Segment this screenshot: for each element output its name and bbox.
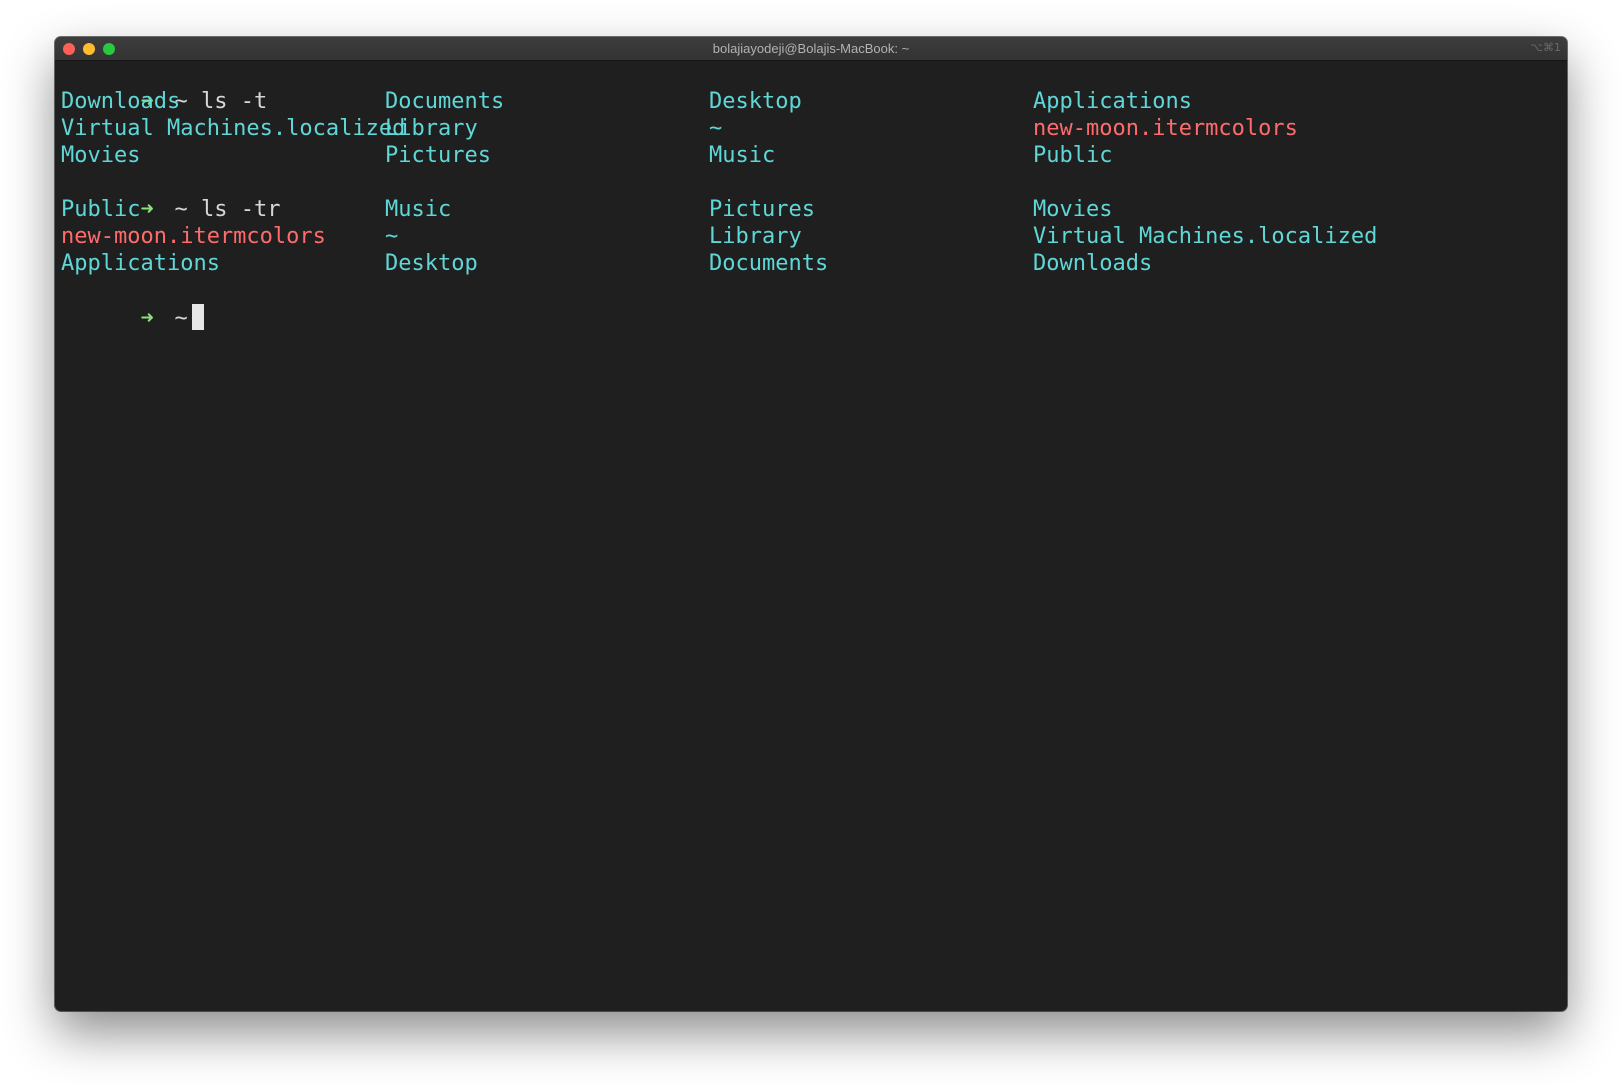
- ls-entry: Pictures: [385, 143, 491, 168]
- window-shortcut-label: ⌥⌘1: [1530, 41, 1561, 54]
- ls-entry: ~: [709, 116, 723, 141]
- window-title: bolajiayodeji@Bolajis-MacBook: ~: [712, 41, 910, 56]
- ls-entry: Pictures: [709, 197, 815, 222]
- ls-output-row: Movies Pictures Music Public: [61, 142, 1561, 169]
- ls-output-row: new-moon.itermcolors ~ Library Virtual M…: [61, 223, 1561, 250]
- ls-entry: Public: [1033, 143, 1113, 168]
- ls-entry: Library: [385, 116, 478, 141]
- ls-output-row: Downloads Documents Desktop Applications: [61, 88, 1561, 115]
- ls-entry: Music: [385, 197, 452, 222]
- ls-entry: Documents: [709, 251, 829, 276]
- ls-entry: new-moon.itermcolors: [61, 224, 326, 249]
- title-bar[interactable]: bolajiayodeji@Bolajis-MacBook: ~ ⌥⌘1: [55, 37, 1567, 61]
- ls-output-row: Public Music Pictures Movies: [61, 196, 1561, 223]
- terminal-output[interactable]: ➜ ~ ls -t Downloads Documents Desktop App…: [61, 61, 1561, 1011]
- ls-entry: Documents: [385, 89, 505, 114]
- ls-entry: Applications: [1033, 89, 1192, 114]
- ls-output-row: Virtual Machines.localized Library ~ new…: [61, 115, 1561, 142]
- ls-entry: new-moon.itermcolors: [1033, 116, 1298, 141]
- ls-entry: Movies: [1033, 197, 1113, 222]
- ls-entry: Downloads: [61, 89, 181, 114]
- ls-entry: Music: [709, 143, 776, 168]
- ls-entry: Downloads: [1033, 251, 1153, 276]
- ls-entry: Applications: [61, 251, 220, 276]
- ls-entry: Desktop: [709, 89, 802, 114]
- ls-entry: Virtual Machines.localized: [1033, 224, 1378, 249]
- text-cursor: [191, 304, 204, 330]
- ls-entry: Desktop: [385, 251, 478, 276]
- prompt-arrow-icon: ➜: [140, 306, 154, 331]
- prompt-line: ➜ ~ ls -t: [61, 61, 1561, 114]
- ls-output-row: Applications Desktop Documents Downloads: [61, 250, 1561, 277]
- prompt-line: ➜ ~ ls -tr: [61, 169, 1561, 222]
- ls-entry: ~: [385, 224, 399, 249]
- prompt-cwd: ~: [174, 306, 188, 331]
- ls-entry: Library: [709, 224, 802, 249]
- terminal-window[interactable]: bolajiayodeji@Bolajis-MacBook: ~ ⌥⌘1 ➜ ~ …: [55, 37, 1567, 1011]
- ls-entry: Movies: [61, 143, 141, 168]
- ls-entry: Public: [61, 197, 141, 222]
- ls-entry: Virtual Machines.localized: [61, 116, 406, 141]
- active-prompt-line[interactable]: ➜ ~: [61, 277, 1561, 331]
